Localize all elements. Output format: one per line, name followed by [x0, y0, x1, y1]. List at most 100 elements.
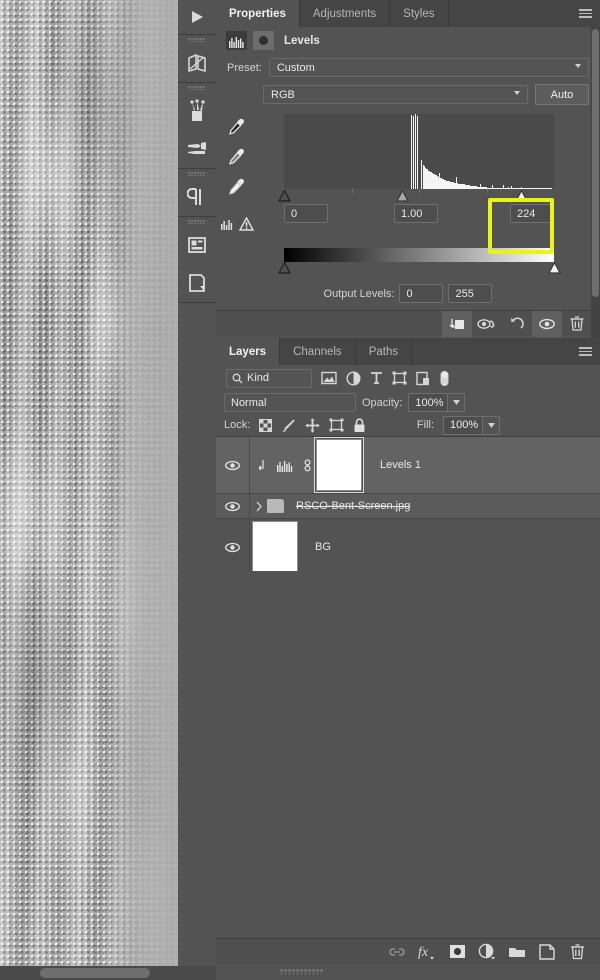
midtone-input-field[interactable]: 1.00	[394, 204, 438, 223]
slider-tick	[419, 189, 420, 193]
fill-label: Fill:	[416, 419, 434, 431]
lock-all-icon[interactable]	[353, 417, 366, 433]
layer-thumbnail[interactable]	[252, 521, 298, 573]
lock-transparent-pixels-icon[interactable]	[259, 418, 273, 432]
canvas-scrollbar-thumb[interactable]	[40, 968, 150, 978]
layer-name: Levels 1	[380, 459, 421, 471]
layer-style-fx-icon[interactable]: fx	[414, 939, 440, 965]
output-black-slider-thumb[interactable]	[277, 262, 291, 274]
layer-visibility-toggle[interactable]	[216, 519, 250, 575]
brush-settings-panel-icon[interactable]	[178, 130, 216, 168]
lock-image-pixels-icon[interactable]	[281, 418, 296, 433]
tab-properties[interactable]: Properties	[216, 0, 300, 27]
collapsed-panel-dock	[178, 0, 216, 980]
adjustment-filter-icon[interactable]	[346, 370, 361, 386]
layer-comps-panel-icon[interactable]	[178, 226, 216, 264]
highlight-input-field[interactable]: 224	[510, 204, 554, 223]
delete-icon[interactable]	[562, 311, 592, 337]
histogram-bar	[414, 114, 416, 189]
set-gray-point-eyedropper[interactable]	[225, 146, 247, 168]
layer-visibility-toggle[interactable]	[216, 437, 250, 493]
input-levels-slider[interactable]	[277, 189, 554, 203]
layer-filter-kind-select[interactable]: Kind	[226, 368, 312, 388]
delete-layer-icon[interactable]	[564, 939, 590, 965]
toggle-visibility-icon[interactable]	[532, 310, 562, 337]
tab-adjustments[interactable]: Adjustments	[299, 0, 391, 27]
smart-object-filter-icon[interactable]	[416, 371, 430, 386]
layers-empty-area[interactable]	[216, 571, 600, 946]
paragraph-panel-icon[interactable]	[178, 178, 216, 216]
shadow-input-slider-thumb[interactable]	[277, 190, 291, 202]
layer-row-bg[interactable]: BG	[216, 519, 600, 576]
hamburger-menu-icon[interactable]	[579, 338, 592, 365]
new-group-icon[interactable]	[504, 939, 530, 965]
layer-mask-thumbnail[interactable]	[316, 439, 362, 491]
filter-toggle-switch-icon[interactable]	[439, 370, 450, 387]
fill-stepper-chevron-icon[interactable]	[483, 415, 500, 435]
histogram-bar	[410, 114, 412, 189]
lock-position-icon[interactable]	[305, 418, 320, 433]
output-white-field[interactable]: 255	[448, 284, 493, 303]
new-adjustment-layer-icon[interactable]	[474, 939, 500, 965]
pixel-filter-icon[interactable]	[321, 371, 337, 385]
opacity-stepper-chevron-icon[interactable]	[448, 393, 466, 412]
expand-arrow-icon[interactable]	[250, 501, 267, 512]
properties-scrollbar[interactable]	[591, 27, 600, 338]
hamburger-menu-icon[interactable]	[579, 0, 592, 27]
canvas-horizontal-scrollbar[interactable]	[0, 966, 178, 980]
tab-channels[interactable]: Channels	[280, 338, 356, 365]
svg-text:fx: fx	[418, 945, 429, 960]
auto-button[interactable]: Auto	[535, 84, 589, 105]
expand-panels-icon[interactable]	[178, 0, 216, 34]
layer-row-group[interactable]: RSCO-Bent-Screen.jpg	[216, 494, 600, 519]
link-layers-icon[interactable]	[384, 939, 410, 965]
output-levels-slider[interactable]	[277, 262, 561, 278]
histogram-and-input-sliders: 0 1.00 224	[277, 114, 554, 225]
tab-paths[interactable]: Paths	[355, 338, 413, 365]
document-canvas[interactable]	[0, 0, 178, 980]
histogram-zone: 0 1.00 224	[216, 114, 600, 242]
layer-visibility-toggle[interactable]	[216, 494, 250, 518]
histogram-bar	[412, 115, 414, 189]
layers-bottom-grip[interactable]	[216, 964, 600, 980]
reset-icon[interactable]	[502, 311, 532, 337]
dock-grip	[178, 217, 216, 226]
set-white-point-eyedropper[interactable]	[225, 176, 247, 198]
fill-field[interactable]: 100%	[443, 415, 483, 435]
output-black-field[interactable]: 0	[399, 284, 444, 303]
preset-select[interactable]: Custom	[268, 58, 589, 77]
properties-scrollbar-thumb[interactable]	[592, 29, 599, 297]
clip-to-layer-icon[interactable]	[442, 310, 472, 337]
notes-panel-icon[interactable]	[178, 264, 216, 302]
layer-filter-kind-label: Kind	[247, 372, 270, 384]
shadow-input-field[interactable]: 0	[284, 204, 328, 223]
tab-styles[interactable]: Styles	[390, 0, 449, 27]
tab-layers[interactable]: Layers	[216, 338, 281, 365]
output-levels-gradient	[284, 248, 554, 262]
layer-row-levels-1[interactable]: Levels 1	[216, 437, 600, 494]
blend-mode-select[interactable]: Normal	[224, 393, 356, 412]
channel-select[interactable]: RGB	[263, 85, 528, 104]
levels-adjustment-icon[interactable]	[272, 459, 298, 472]
toggle-previous-state-icon[interactable]	[472, 311, 502, 337]
libraries-panel-icon[interactable]	[178, 44, 216, 82]
input-levels-fields: 0 1.00 224	[284, 204, 554, 225]
highlight-input-slider-thumb[interactable]	[514, 190, 528, 202]
add-layer-mask-icon[interactable]	[444, 939, 470, 965]
new-layer-icon[interactable]	[534, 939, 560, 965]
dock-grip	[178, 83, 216, 92]
histogram-icon[interactable]	[226, 31, 247, 50]
layer-mask-icon[interactable]	[253, 31, 274, 50]
properties-tab-bar: Properties Adjustments Styles	[216, 0, 600, 27]
lock-artboard-icon[interactable]	[329, 418, 344, 432]
shape-filter-icon[interactable]	[392, 371, 407, 385]
set-black-point-eyedropper[interactable]	[225, 116, 247, 138]
midtone-input-slider-thumb[interactable]	[396, 190, 409, 202]
opacity-field[interactable]: 100%	[408, 393, 449, 412]
type-filter-icon[interactable]	[370, 371, 383, 385]
link-mask-icon[interactable]	[298, 458, 316, 473]
eye-icon	[225, 542, 240, 552]
output-levels-fields: Output Levels: 0 255	[216, 284, 600, 303]
output-white-slider-thumb[interactable]	[547, 262, 561, 274]
brush-presets-panel-icon[interactable]	[178, 92, 216, 130]
